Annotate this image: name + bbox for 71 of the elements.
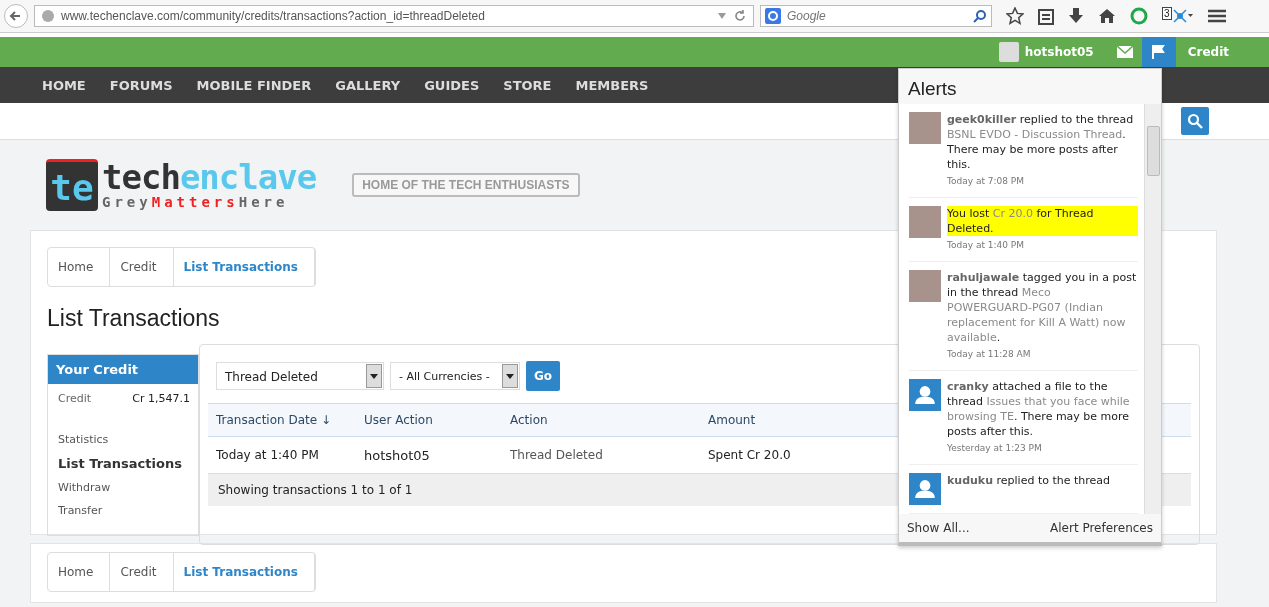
breadcrumb-link[interactable]: List Transactions — [173, 248, 315, 286]
alerts-button[interactable] — [1141, 37, 1176, 67]
column-header[interactable]: Transaction Date ↓ — [208, 413, 356, 427]
menu-icon[interactable] — [1207, 9, 1226, 23]
sidebar-heading: Your Credit — [48, 355, 198, 384]
globe-icon — [41, 9, 55, 23]
credit-label: Credit — [58, 392, 92, 405]
star-icon[interactable] — [1006, 7, 1024, 25]
dropdown-icon[interactable] — [717, 12, 727, 20]
alert-message[interactable]: You lost Cr 20.0 for Thread Deleted. — [947, 206, 1138, 236]
alert-time: Today at 7:08 PM — [947, 175, 1026, 188]
default-avatar-icon[interactable] — [909, 379, 941, 411]
table-cell-text: Today at 1:40 PM — [215, 448, 320, 462]
credit-value: Cr 1,547.1 — [132, 392, 190, 405]
envelope-icon[interactable] — [1116, 46, 1133, 58]
show-all-link[interactable]: Show All... — [907, 521, 970, 535]
search-icon[interactable] — [973, 9, 987, 23]
search-button[interactable] — [1181, 107, 1209, 135]
slogan-tag: HOME OF THE TECH ENTHUSIASTS — [352, 173, 580, 197]
default-avatar-icon[interactable] — [909, 473, 941, 505]
search-bar[interactable]: Google — [760, 5, 992, 27]
sidebar-link[interactable]: Transfer — [48, 502, 198, 525]
breadcrumb-link[interactable]: Credit — [110, 553, 174, 591]
column-header[interactable]: Amount — [700, 413, 848, 427]
nav-tab[interactable]: MEMBERS — [575, 77, 649, 93]
popup-title: Alerts — [907, 77, 958, 101]
nav-tab[interactable]: GALLERY — [335, 77, 401, 93]
download-icon[interactable] — [1068, 7, 1084, 25]
alert-time: Today at 1:40 PM — [947, 239, 1026, 252]
page-title: List Transactions — [47, 305, 220, 332]
address-bar[interactable]: www.techenclave.com/community/credits/transactions?action_id=threadDeleted — [34, 5, 754, 27]
alert-message[interactable]: rahuljawale tagged you in a post in the thread Meco POWERGUARD-PG07 (Indian replacement for Kill A Watt) now available. — [947, 270, 1138, 345]
currency-select[interactable]: - All Currencies - — [390, 362, 520, 390]
table-cell-text: Spent Cr 20.0 — [707, 448, 792, 462]
site-logo[interactable]: te techenclave Grey Matters Here — [46, 159, 317, 211]
breadcrumb-link[interactable]: Credit — [110, 248, 174, 286]
flag-icon[interactable] — [1151, 45, 1166, 59]
notification-badge: 3 — [1162, 7, 1172, 20]
nav-tab[interactable]: MOBILE FINDER — [196, 77, 312, 93]
action-select[interactable]: Thread Deleted — [216, 362, 384, 390]
nav-tab[interactable]: HOME — [42, 77, 86, 93]
sidebar-link[interactable]: List Transactions — [48, 454, 198, 479]
caret-icon[interactable] — [370, 373, 378, 379]
nav-tab[interactable]: FORUMS — [109, 77, 173, 93]
clipboard-icon[interactable] — [1038, 7, 1054, 25]
nav-tab[interactable]: GUIDES — [424, 77, 480, 93]
column-header[interactable]: Action — [502, 413, 700, 427]
search-icon[interactable] — [1187, 113, 1203, 129]
alert-message[interactable]: kuduku replied to the thread — [947, 473, 1138, 488]
column-header[interactable]: User Action — [356, 413, 502, 427]
caret-icon[interactable] — [506, 373, 514, 379]
sidebar-link[interactable]: Withdraw — [48, 479, 198, 502]
alert-message[interactable]: geek0killer replied to the thread BSNL EVDO - Discussion Thread. There may be more posts after this. — [947, 112, 1138, 172]
breadcrumb-link[interactable]: List Transactions — [173, 553, 315, 591]
home-icon[interactable] — [1098, 8, 1116, 24]
nav-tab[interactable]: STORE — [503, 77, 552, 93]
alert-time: Yesterday at 1:23 PM — [947, 442, 1043, 455]
breadcrumb-link[interactable]: Home — [48, 248, 111, 286]
go-button[interactable]: Go — [526, 361, 561, 391]
table-cell-text: hotshot05 — [363, 447, 431, 463]
user-avatar[interactable] — [998, 42, 1019, 62]
alert-message[interactable]: cranky attached a file to the thread Issues that you face while browsing TE. There may be more posts after this. — [947, 379, 1138, 439]
reload-icon[interactable] — [733, 9, 747, 23]
alert-time: Today at 11:28 AM — [947, 348, 1032, 361]
network-icon[interactable] — [1171, 8, 1194, 24]
breadcrumb-link[interactable]: Home — [48, 553, 111, 591]
g-icon — [765, 8, 781, 24]
table-cell-text: Thread Deleted — [509, 448, 604, 462]
sidebar-link[interactable]: Statistics — [48, 431, 198, 454]
alert-preferences-link[interactable]: Alert Preferences — [1050, 521, 1153, 535]
ring-icon[interactable] — [1130, 7, 1148, 25]
